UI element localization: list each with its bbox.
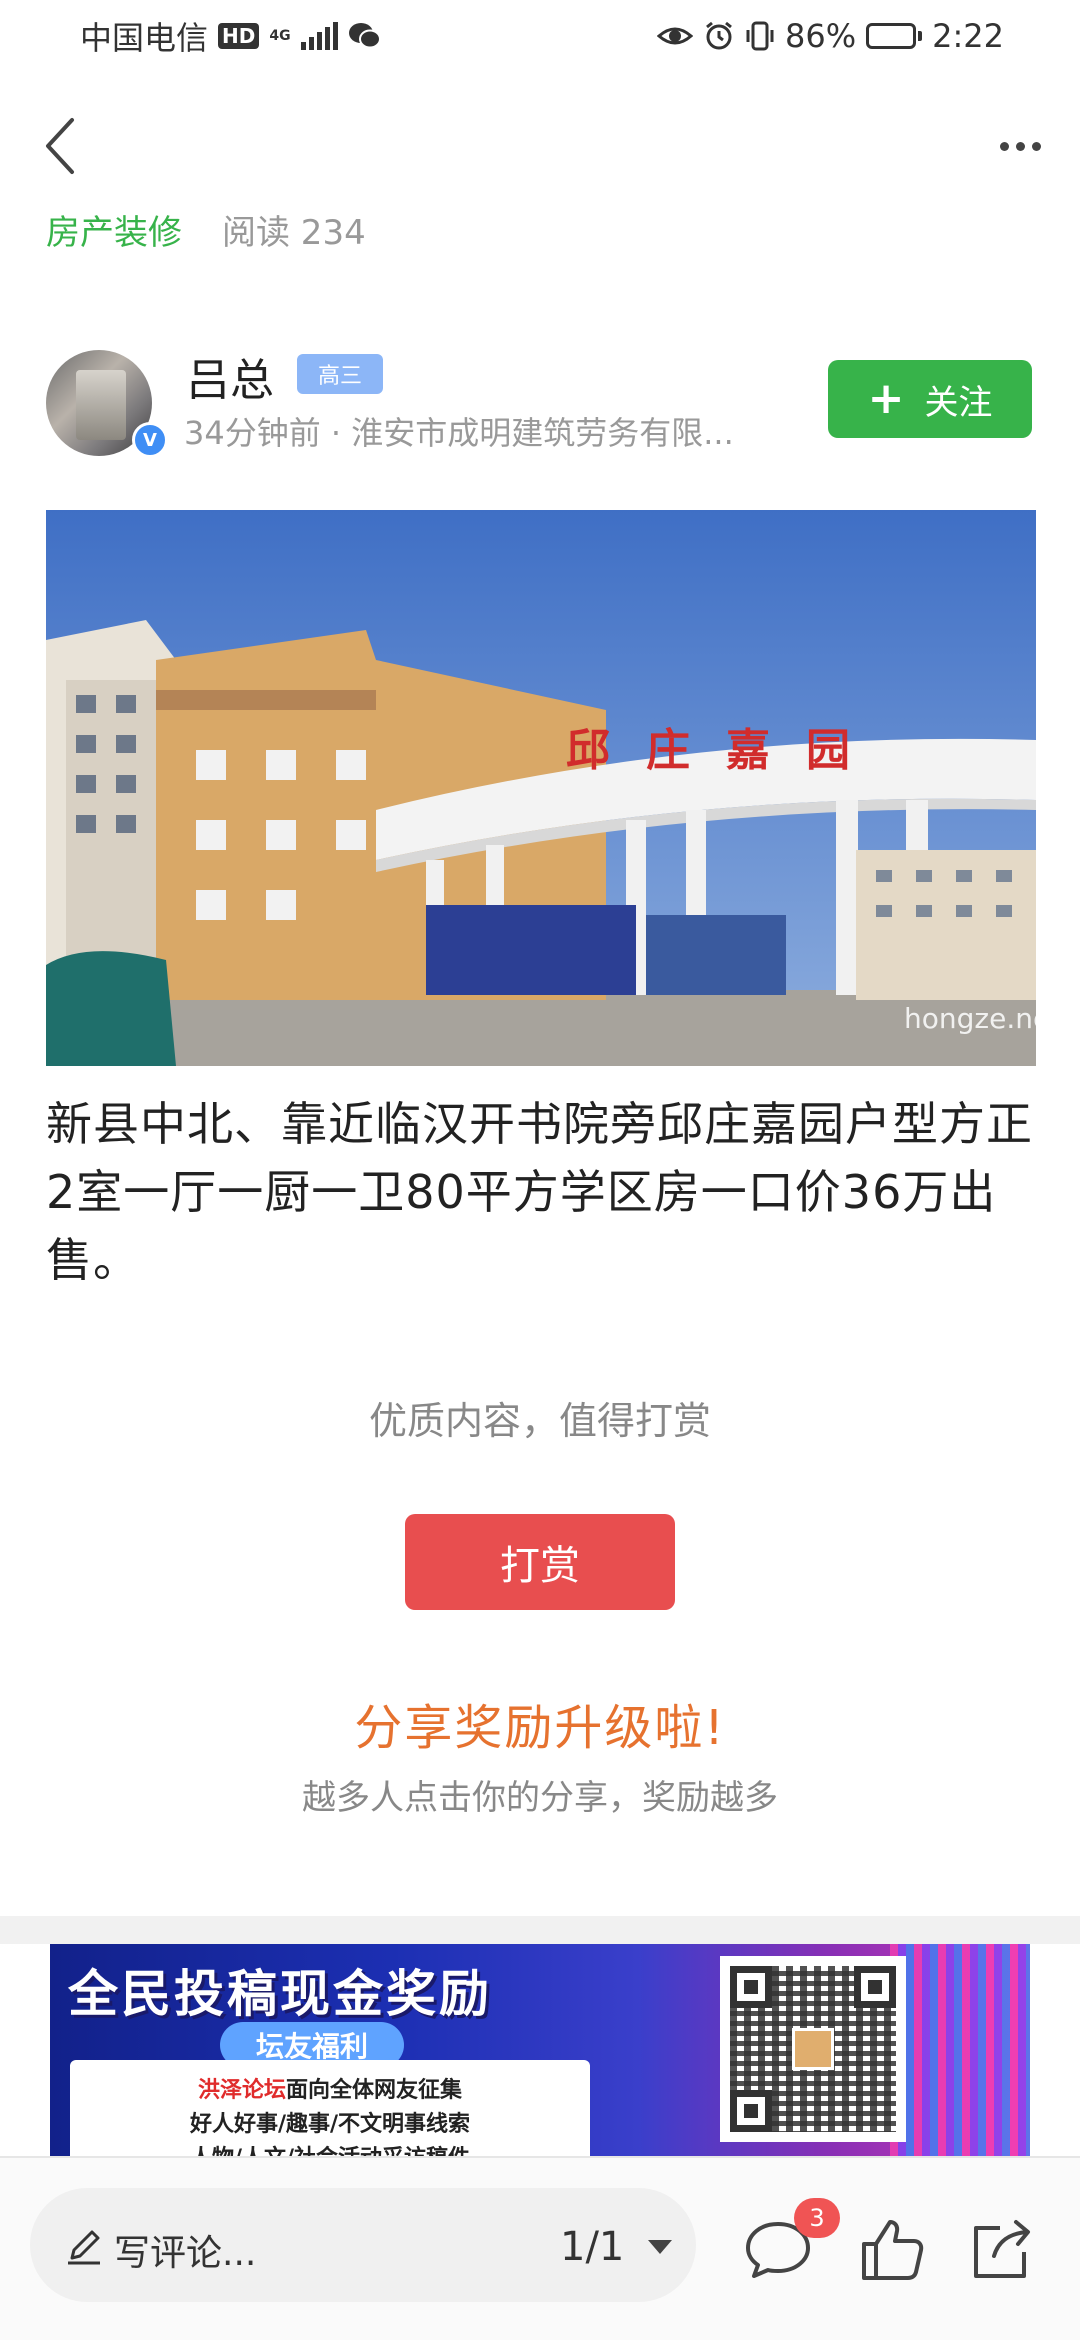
chevron-left-icon — [46, 118, 74, 174]
alarm-icon — [706, 21, 732, 50]
reward-button[interactable]: 打赏 — [405, 1514, 675, 1610]
status-left: 中国电信 HD 4G — [80, 13, 382, 59]
reward-tip: 优质内容，值得打赏 — [368, 1399, 711, 1443]
gate-sign: 邱庄嘉园 — [566, 725, 886, 776]
author-row: V 吕总 高三 34分钟前 · 淮安市成明建筑劳务有限... + 关注 — [46, 350, 1036, 460]
banner-line-3: 人物/人文/社会活动采访稿件 — [70, 2142, 590, 2156]
network-type: 4G — [269, 28, 291, 44]
residential-gate-photo: 邱庄嘉园 hongze.net — [46, 510, 1036, 1066]
pen-icon — [68, 2230, 100, 2265]
wechat-icon — [348, 23, 381, 49]
share-title[interactable]: 分享奖励升级啦! — [0, 1688, 1080, 1758]
back-button[interactable] — [24, 110, 96, 182]
qr-logo — [792, 2028, 834, 2070]
author-name[interactable]: 吕总 — [186, 344, 274, 408]
banner-line-2: 好人好事/趣事/不文明事线索 — [189, 2112, 471, 2137]
follow-button[interactable]: + 关注 — [828, 360, 1032, 438]
status-right: 86% 2:22 — [657, 17, 1004, 55]
banner-decoration — [890, 1944, 1030, 2156]
carrier-name: 中国电信 — [80, 19, 209, 57]
follow-label: 关注 — [924, 382, 993, 423]
more-dots-icon — [999, 141, 1009, 151]
signal-icon — [300, 22, 338, 50]
hd-badge: HD — [218, 23, 260, 49]
banner-title: 全民投稿现金奖励 — [68, 1965, 492, 2023]
author-subline: 34分钟前 · 淮安市成明建筑劳务有限... — [184, 414, 734, 452]
comment-placeholder: 写评论... — [114, 2233, 257, 2274]
vibrate-icon — [746, 21, 774, 51]
banner-forum-name: 洪泽论坛 — [197, 2078, 286, 2103]
image-watermark: hongze.net — [904, 1002, 1036, 1035]
battery-percent: 86% — [785, 17, 857, 55]
qr-code — [720, 1956, 906, 2142]
post-title: 新县中北、靠近临汉开书院旁邱庄嘉园户型方正2室一厅一厨一卫80平方学区房一口价3… — [46, 1097, 1033, 1287]
category-link[interactable]: 房产装修 — [46, 205, 182, 254]
battery-icon — [866, 23, 923, 49]
more-button[interactable] — [980, 110, 1060, 182]
like-icon[interactable] — [856, 2214, 928, 2286]
clock: 2:22 — [932, 17, 1004, 55]
post-image[interactable]: 邱庄嘉园 hongze.net — [46, 510, 1036, 1066]
comment-count-badge: 3 — [794, 2198, 840, 2238]
banner-line-1: 洪泽论坛面向全体网友征集 — [70, 2074, 590, 2108]
promo-banner[interactable]: 全民投稿现金奖励 坛友福利 洪泽论坛面向全体网友征集 好人好事/趣事/不文明事线… — [50, 1944, 1030, 2156]
section-divider — [0, 1916, 1080, 1944]
bottom-action-bar: 写评论... 1/1 3 — [0, 2156, 1080, 2340]
banner-line-1-rest: 面向全体网友征集 — [286, 2078, 463, 2103]
share-subtitle: 越多人点击你的分享，奖励越多 — [302, 1778, 778, 1818]
eye-icon — [657, 27, 694, 45]
read-count: 阅读 234 — [222, 213, 366, 253]
level-badge: 高三 — [297, 354, 383, 394]
banner-card: 洪泽论坛面向全体网友征集 好人好事/趣事/不文明事线索 人物/人文/社会活动采访… — [70, 2060, 590, 2156]
comment-input[interactable]: 写评论... 1/1 — [30, 2188, 696, 2302]
verified-badge: V — [132, 422, 168, 458]
share-icon[interactable] — [964, 2214, 1036, 2286]
plus-icon: + — [867, 373, 905, 424]
page-indicator[interactable]: 1/1 — [560, 2224, 624, 2270]
top-nav-bar — [0, 90, 1080, 200]
caret-down-icon[interactable] — [648, 2240, 672, 2254]
post-meta: 房产装修 阅读 234 — [46, 205, 366, 254]
qr-code-pattern — [730, 1966, 896, 2132]
status-bar: 中国电信 HD 4G 86% 2:22 — [0, 0, 1080, 72]
